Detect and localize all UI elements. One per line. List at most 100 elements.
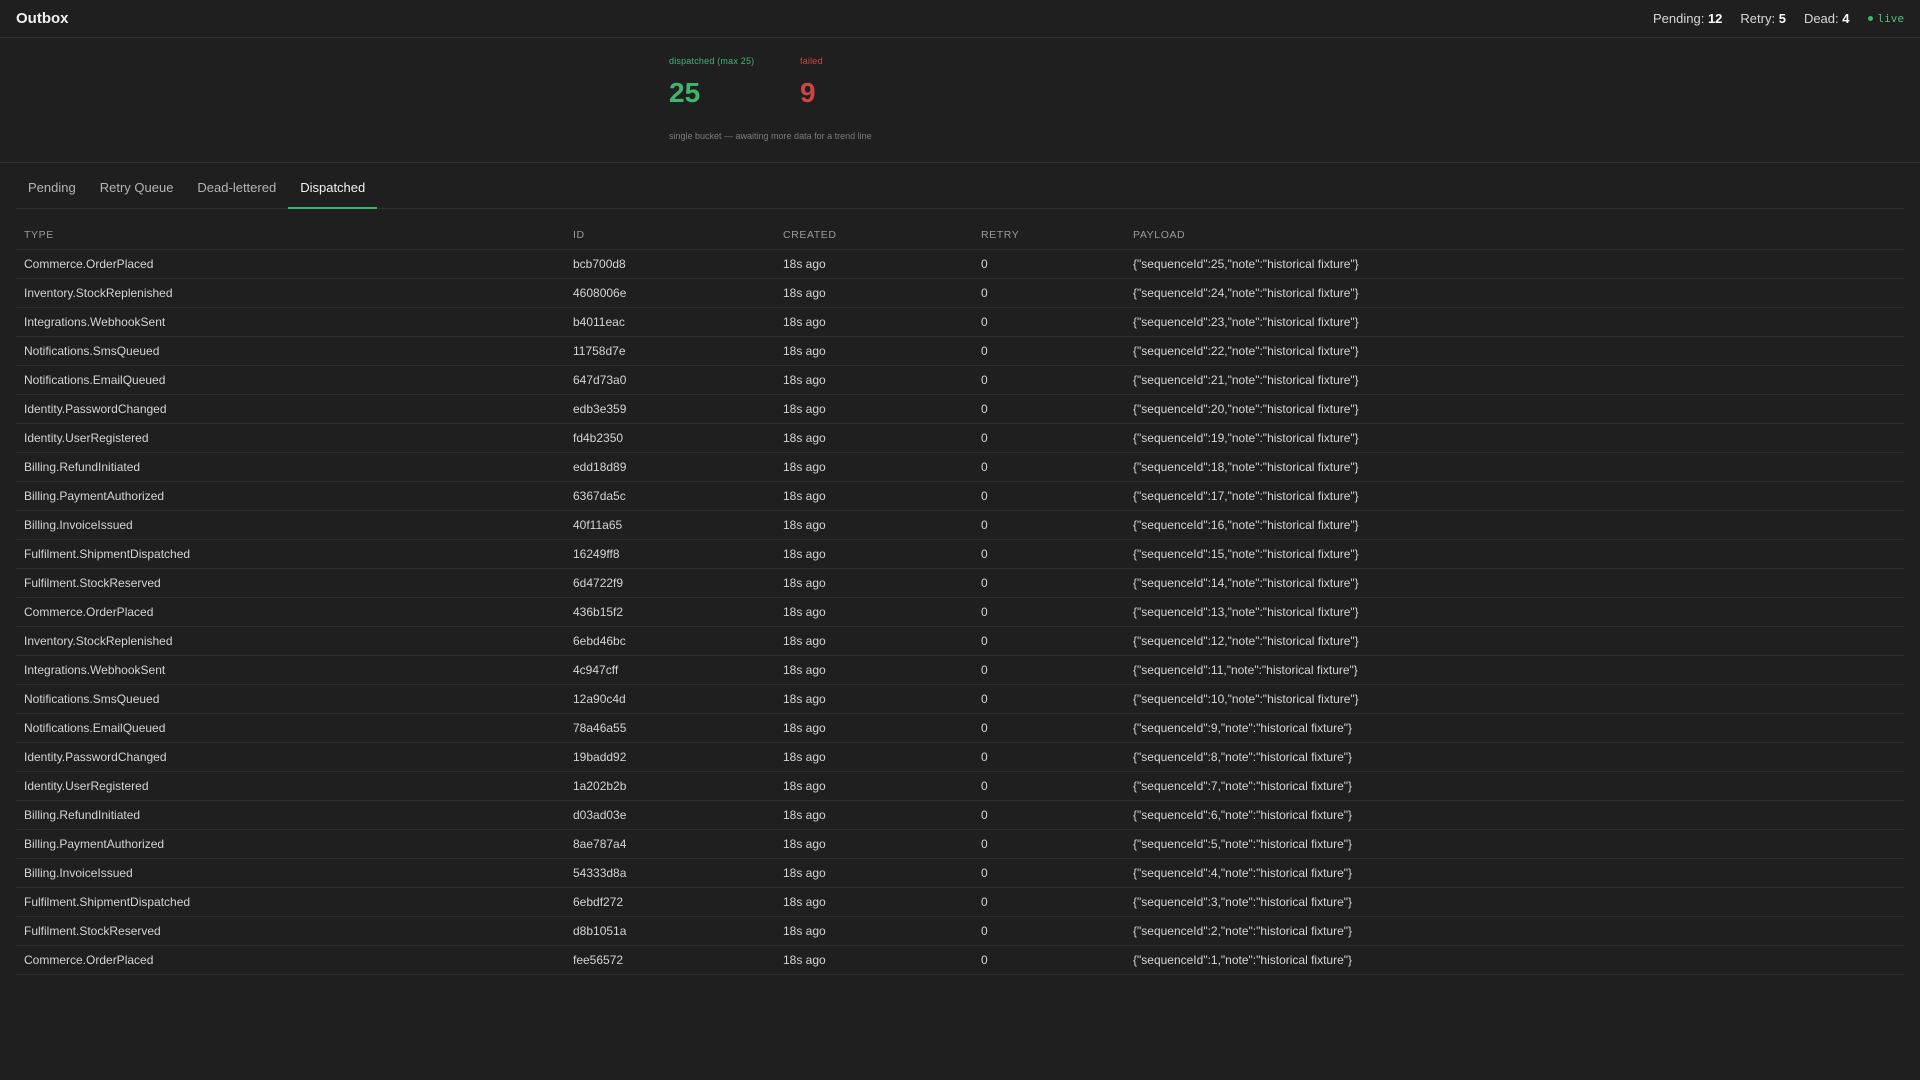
table-row[interactable]: Commerce.OrderPlaced 436b15f2 18s ago 0 {"se… xyxy=(16,597,1904,627)
table-row[interactable]: Notifications.SmsQueued 11758d7e 18s ago 0{… xyxy=(16,336,1904,366)
cell-retry: 0 xyxy=(973,365,1125,395)
retry-value: 5 xyxy=(1778,11,1786,26)
cell-created: 18s ago xyxy=(775,278,973,308)
table-row[interactable]: Inventory.StockReplenished 4608006e 18s ag… xyxy=(16,278,1904,308)
cell-retry: 0 xyxy=(973,249,1125,279)
cell-id: 8ae787a4 xyxy=(565,829,775,859)
pending-label: Pending: xyxy=(1652,11,1705,26)
dispatched-metric: dispatched (max 25) 25 xyxy=(669,56,754,109)
table-row[interactable]: Integrations.WebhookSent b4011eac 18s ago 0… xyxy=(16,307,1904,337)
table-row[interactable]: Fulfilment.ShipmentDispatched 6ebdf272 18s… xyxy=(16,887,1904,917)
app-title: Outbox xyxy=(16,10,69,27)
table-row[interactable]: Billing.InvoiceIssued 54333d8a 18s ago 0 {"s… xyxy=(16,858,1904,888)
cell-payload: {"sequenceId":21,"note":"historical fixt… xyxy=(1125,365,1904,395)
table-row[interactable]: Billing.RefundInitiated edd18d89 18s ago 0{… xyxy=(16,452,1904,482)
cell-retry: 0 xyxy=(973,423,1125,453)
messages-table: TYPE ID CREATED RETRY PAYLOAD Commerce.O… xyxy=(16,209,1904,975)
cell-type: Billing.RefundInitiated xyxy=(16,800,565,830)
cell-created: 18s ago xyxy=(775,945,973,975)
live-dot-icon xyxy=(1867,16,1873,21)
column-header-type: TYPE xyxy=(16,209,565,250)
pending-value: 12 xyxy=(1707,11,1723,26)
cell-retry: 0 xyxy=(973,742,1125,772)
table-row[interactable]: Identity.UserRegistered fd4b2350 18s ago 0{… xyxy=(16,423,1904,453)
tab-pending[interactable]: Pending xyxy=(16,180,88,209)
cell-created: 18s ago xyxy=(775,742,973,772)
table-row[interactable]: Notifications.SmsQueued 12a90c4d 18s ago 0{… xyxy=(16,684,1904,714)
cell-created: 18s ago xyxy=(775,626,973,656)
table-row[interactable]: Identity.PasswordChanged 19badd92 18s ago 0… xyxy=(16,742,1904,772)
dead-value: 4 xyxy=(1842,11,1850,26)
cell-id: 647d73a0 xyxy=(565,365,775,395)
cell-type: Notifications.SmsQueued xyxy=(16,684,565,714)
cell-id: fee56572 xyxy=(565,945,775,975)
cell-retry: 0 xyxy=(973,684,1125,714)
table-row[interactable]: Integrations.WebhookSent 4c947cff 18s ago 0… xyxy=(16,655,1904,685)
tab-dead-lettered[interactable]: Dead-lettered xyxy=(185,180,288,209)
cell-type: Notifications.EmailQueued xyxy=(16,713,565,743)
table-row[interactable]: Fulfilment.StockReserved 6d4722f9 18s ago 0… xyxy=(16,568,1904,598)
cell-id: 436b15f2 xyxy=(565,597,775,627)
table-header-row: TYPE ID CREATED RETRY PAYLOAD xyxy=(16,209,1904,250)
cell-retry: 0 xyxy=(973,568,1125,598)
table-row[interactable]: Billing.RefundInitiated d03ad03e 18s ago 0{… xyxy=(16,800,1904,830)
failed-metric: failed 9 xyxy=(800,56,823,109)
table-row[interactable]: Fulfilment.StockReserved d8b1051a 18s ago 0… xyxy=(16,916,1904,946)
cell-payload: {"sequenceId":5,"note":"historical fixtu… xyxy=(1125,829,1904,859)
cell-payload: {"sequenceId":19,"note":"historical fixt… xyxy=(1125,423,1904,453)
cell-type: Inventory.StockReplenished xyxy=(16,626,565,656)
cell-id: 11758d7e xyxy=(565,336,775,366)
table-row[interactable]: Inventory.StockReplenished 6ebd46bc 18s ag… xyxy=(16,626,1904,656)
cell-payload: {"sequenceId":7,"note":"historical fixtu… xyxy=(1125,771,1904,801)
cell-type: Identity.UserRegistered xyxy=(16,771,565,801)
table-row[interactable]: Fulfilment.ShipmentDispatched 16249ff8 18s… xyxy=(16,539,1904,569)
cell-created: 18s ago xyxy=(775,800,973,830)
dead-count: Dead: 4 xyxy=(1804,11,1850,26)
table-row[interactable]: Billing.InvoiceIssued 40f11a65 18s ago 0 {"s… xyxy=(16,510,1904,540)
dead-label: Dead: xyxy=(1803,11,1839,26)
cell-type: Billing.InvoiceIssued xyxy=(16,510,565,540)
cell-type: Notifications.EmailQueued xyxy=(16,365,565,395)
cell-payload: {"sequenceId":17,"note":"historical fixt… xyxy=(1125,481,1904,511)
cell-id: 1a202b2b xyxy=(565,771,775,801)
table-row[interactable]: Billing.PaymentAuthorized 8ae787a4 18s ago… xyxy=(16,829,1904,859)
cell-id: 12a90c4d xyxy=(565,684,775,714)
cell-id: bcb700d8 xyxy=(565,249,775,279)
cell-id: b4011eac xyxy=(565,307,775,337)
cell-retry: 0 xyxy=(973,336,1125,366)
cell-id: edb3e359 xyxy=(565,394,775,424)
tab-retry-queue[interactable]: Retry Queue xyxy=(88,180,186,209)
table-row[interactable]: Commerce.OrderPlaced fee56572 18s ago 0 {"se… xyxy=(16,945,1904,975)
cell-retry: 0 xyxy=(973,858,1125,888)
table-row[interactable]: Identity.PasswordChanged edb3e359 18s ago 0… xyxy=(16,394,1904,424)
cell-retry: 0 xyxy=(973,452,1125,482)
tab-dispatched[interactable]: Dispatched xyxy=(288,180,378,209)
cell-retry: 0 xyxy=(973,800,1125,830)
table-row[interactable]: Billing.PaymentAuthorized 6367da5c 18s ago… xyxy=(16,481,1904,511)
cell-payload: {"sequenceId":15,"note":"historical fixt… xyxy=(1125,539,1904,569)
table-row[interactable]: Identity.UserRegistered 1a202b2b 18s ago 0{… xyxy=(16,771,1904,801)
cell-retry: 0 xyxy=(973,481,1125,511)
cell-id: d8b1051a xyxy=(565,916,775,946)
failed-value: 9 xyxy=(800,77,816,108)
cell-id: 6ebd46bc xyxy=(565,626,775,656)
cell-payload: {"sequenceId":3,"note":"historical fixtu… xyxy=(1125,887,1904,917)
cell-created: 18s ago xyxy=(775,452,973,482)
cell-created: 18s ago xyxy=(775,510,973,540)
table-row[interactable]: Notifications.EmailQueued 647d73a0 18s ago… xyxy=(16,365,1904,395)
trend-note: single bucket — awaiting more data for a… xyxy=(669,131,872,141)
table-row[interactable]: Notifications.EmailQueued 78a46a55 18s ago… xyxy=(16,713,1904,743)
failed-label: failed xyxy=(800,56,823,66)
cell-id: fd4b2350 xyxy=(565,423,775,453)
cell-payload: {"sequenceId":20,"note":"historical fixt… xyxy=(1125,394,1904,424)
top-bar: Outbox Pending: 12 Retry: 5 Dead: 4 live xyxy=(0,0,1920,38)
column-header-id: ID xyxy=(565,209,775,250)
cell-created: 18s ago xyxy=(775,771,973,801)
column-header-payload: PAYLOAD xyxy=(1125,209,1904,250)
table-row[interactable]: Commerce.OrderPlaced bcb700d8 18s ago 0 {"se… xyxy=(16,249,1904,279)
cell-created: 18s ago xyxy=(775,597,973,627)
cell-retry: 0 xyxy=(973,916,1125,946)
cell-payload: {"sequenceId":25,"note":"historical fixt… xyxy=(1125,249,1904,279)
cell-retry: 0 xyxy=(973,626,1125,656)
cell-payload: {"sequenceId":14,"note":"historical fixt… xyxy=(1125,568,1904,598)
